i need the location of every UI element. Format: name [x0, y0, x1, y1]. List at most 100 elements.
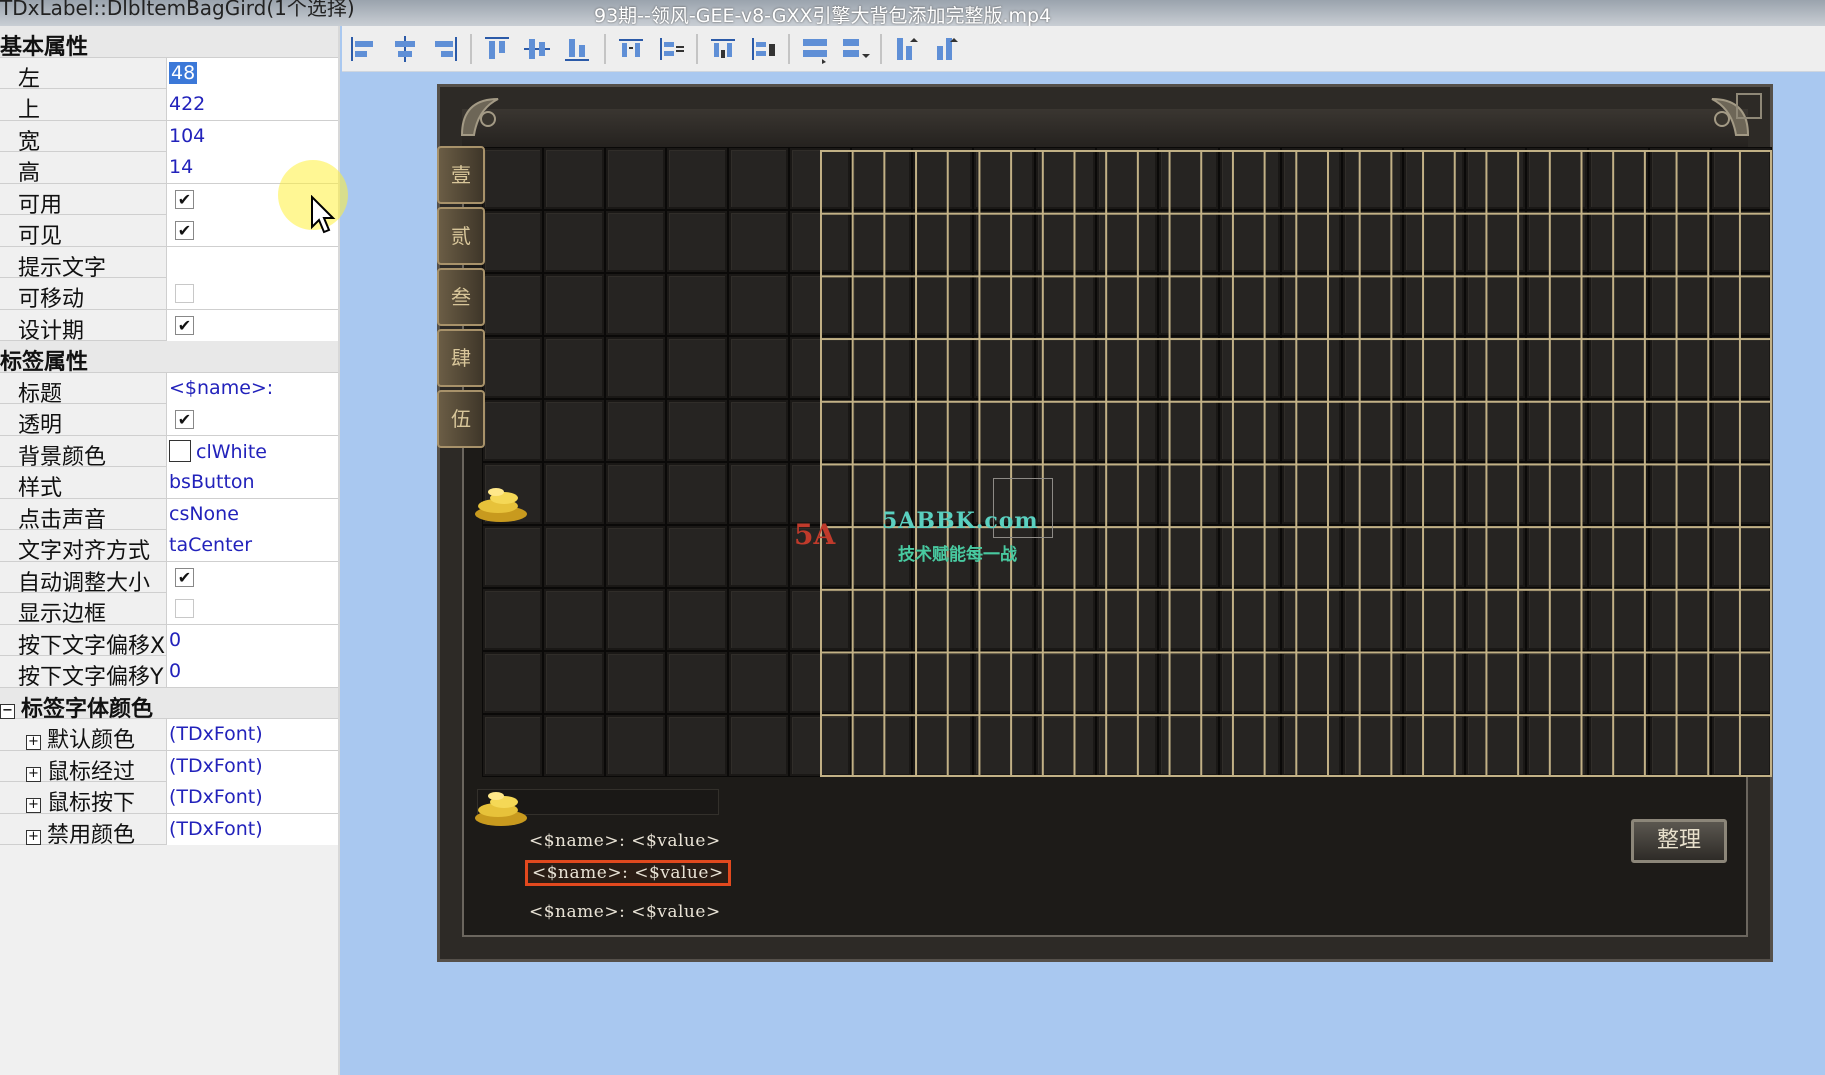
bag-slot[interactable] [1219, 147, 1281, 210]
same-height-icon[interactable] [840, 34, 870, 64]
bag-slot[interactable] [850, 147, 912, 210]
bag-slot[interactable] [1526, 273, 1588, 336]
bag-slot[interactable] [1649, 714, 1711, 777]
bag-slot[interactable] [1649, 336, 1711, 399]
bag-slot[interactable] [1034, 399, 1097, 462]
bag-slot[interactable] [543, 462, 605, 525]
bag-slot[interactable] [1219, 399, 1281, 462]
bag-slot[interactable] [1341, 210, 1404, 273]
bag-slot[interactable] [789, 588, 851, 651]
bag-slot[interactable] [1280, 273, 1342, 336]
bag-slot[interactable] [789, 147, 851, 210]
bag-slot[interactable] [604, 462, 667, 525]
collapse-icon[interactable]: − [0, 703, 15, 719]
bag-slot[interactable] [973, 714, 1035, 777]
bag-slot[interactable] [1526, 588, 1588, 651]
prop-font-disabled-value[interactable]: (TDxFont) [166, 813, 338, 845]
prop-offsetx[interactable]: 按下文字偏移X 0 [0, 624, 338, 659]
bag-slot[interactable] [604, 651, 667, 714]
bag-slot[interactable] [789, 273, 851, 336]
bag-slot[interactable] [1710, 462, 1772, 525]
bag-slot[interactable] [1464, 714, 1527, 777]
bag-slot[interactable] [482, 714, 544, 777]
prop-align[interactable]: 文字对齐方式 taCenter [0, 530, 338, 564]
bag-slot[interactable] [1280, 210, 1342, 273]
bag-slot[interactable] [1403, 588, 1465, 651]
bag-slot[interactable] [666, 525, 728, 588]
bag-slot[interactable] [1219, 210, 1281, 273]
bag-slot[interactable] [482, 399, 544, 462]
bag-slot[interactable] [1096, 147, 1158, 210]
bag-slot[interactable] [1464, 525, 1527, 588]
bag-slot[interactable] [1280, 462, 1342, 525]
prop-bgcolor-value[interactable]: clWhite [166, 435, 338, 467]
bag-slot[interactable] [1341, 336, 1404, 399]
prop-border[interactable]: 显示边框 [0, 593, 338, 627]
prop-font-down-value[interactable]: (TDxFont) [166, 782, 338, 813]
bag-slot[interactable] [973, 651, 1035, 714]
bag-slot[interactable] [1341, 588, 1404, 651]
bag-slot[interactable] [973, 399, 1035, 462]
close-icon[interactable] [1736, 93, 1762, 119]
bag-slot[interactable] [1464, 210, 1527, 273]
bag-slot[interactable] [543, 273, 605, 336]
bag-slot[interactable] [727, 525, 790, 588]
border-checkbox[interactable] [175, 599, 194, 618]
bag-slot[interactable] [1219, 588, 1281, 651]
bag-tab-1[interactable]: 壹 [437, 146, 485, 204]
item-grid[interactable] [482, 147, 1772, 777]
bag-slot[interactable] [973, 588, 1035, 651]
prop-caption[interactable]: 标题 <$name>: [0, 372, 338, 407]
bag-slot[interactable] [850, 588, 912, 651]
bag-slot[interactable] [1587, 147, 1650, 210]
bag-tab-2[interactable]: 贰 [437, 207, 485, 265]
bag-slot[interactable] [1710, 714, 1772, 777]
bag-slot[interactable] [1219, 525, 1281, 588]
bag-slot[interactable] [727, 714, 790, 777]
bag-slot[interactable] [666, 210, 728, 273]
bag-slot[interactable] [911, 651, 974, 714]
bag-slot[interactable] [1403, 399, 1465, 462]
bag-slot[interactable] [1464, 588, 1527, 651]
bag-slot[interactable] [1464, 336, 1527, 399]
bag-slot[interactable] [911, 147, 974, 210]
bag-slot[interactable] [666, 147, 728, 210]
bag-slot[interactable] [850, 273, 912, 336]
bag-slot[interactable] [604, 273, 667, 336]
bag-slot[interactable] [1710, 147, 1772, 210]
expand-icon[interactable]: + [26, 735, 41, 750]
bag-slot[interactable] [973, 210, 1035, 273]
prop-left-value[interactable]: 48 [166, 57, 338, 89]
bag-slot[interactable] [666, 336, 728, 399]
bag-slot[interactable] [1034, 210, 1097, 273]
send-back-icon[interactable] [932, 34, 962, 64]
bag-slot[interactable] [850, 399, 912, 462]
bag-slot[interactable] [1341, 462, 1404, 525]
bag-slot[interactable] [727, 210, 790, 273]
prop-offsety-value[interactable]: 0 [166, 656, 338, 687]
bag-slot[interactable] [1403, 714, 1465, 777]
align-bottom-icon[interactable] [562, 34, 592, 64]
prop-width-value[interactable]: 104 [166, 120, 338, 152]
visible-checkbox[interactable]: ✔ [175, 221, 194, 240]
bag-slot[interactable] [727, 399, 790, 462]
bag-slot[interactable] [911, 336, 974, 399]
bag-slot[interactable] [543, 588, 605, 651]
same-width-icon[interactable] [800, 34, 830, 64]
bag-tab-4[interactable]: 肆 [437, 329, 485, 387]
prop-offsety[interactable]: 按下文字偏移Y 0 [0, 656, 338, 690]
bag-slot[interactable] [727, 651, 790, 714]
bag-slot[interactable] [604, 210, 667, 273]
bag-slot[interactable] [1526, 525, 1588, 588]
prop-offsetx-value[interactable]: 0 [166, 624, 338, 656]
sort-button[interactable]: 整理 [1631, 819, 1727, 863]
prop-font-down[interactable]: + 鼠标按下 (TDxFont) [0, 782, 338, 816]
bag-slot[interactable] [604, 525, 667, 588]
align-center-h-icon[interactable] [390, 34, 420, 64]
bag-slot[interactable] [1219, 462, 1281, 525]
bag-slot[interactable] [1096, 651, 1158, 714]
prop-top[interactable]: 上 422 [0, 89, 338, 123]
bag-slot[interactable] [1526, 147, 1588, 210]
bag-slot[interactable] [789, 651, 851, 714]
bag-slot[interactable] [666, 588, 728, 651]
